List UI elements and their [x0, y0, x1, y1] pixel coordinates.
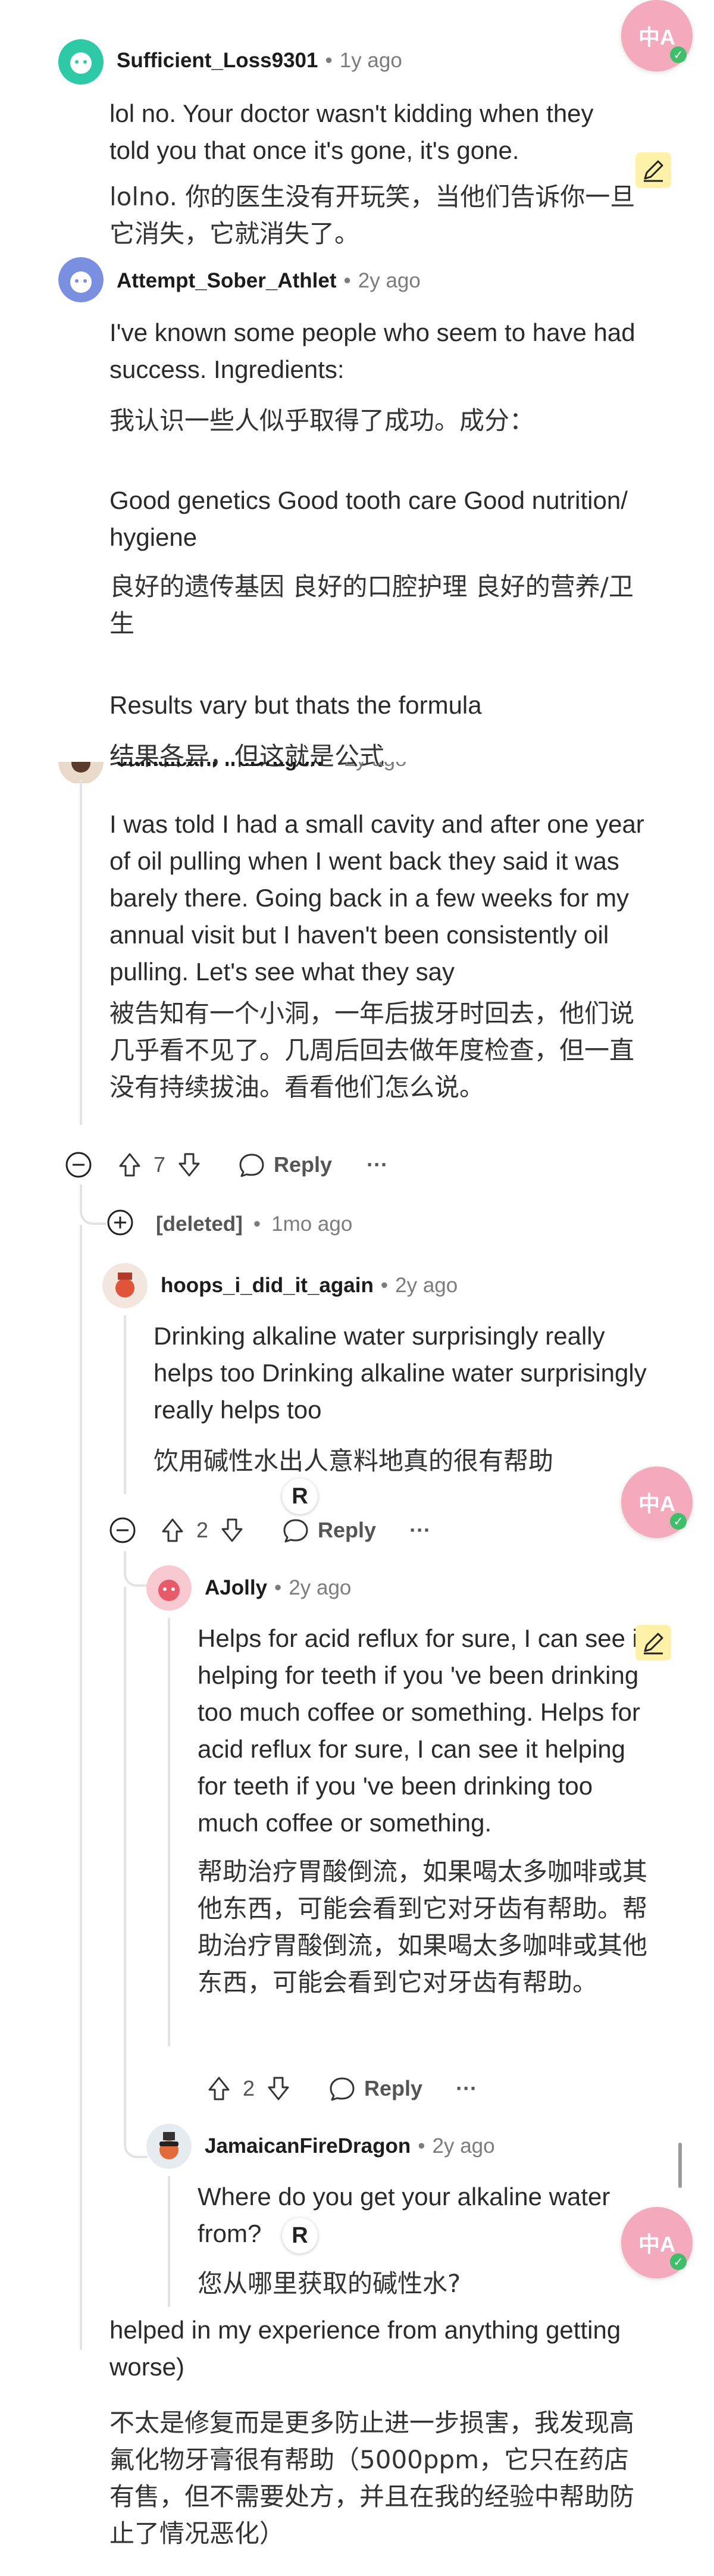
collapse-icon[interactable]	[64, 1149, 95, 1180]
clipped-comment-header: JamaicanFireDragon • 2y ago	[0, 762, 714, 783]
comment-text: I've known some people who seem to have …	[109, 318, 635, 383]
vote-count: 2	[196, 1518, 209, 1542]
translate-fab-button[interactable]: 中A ✓	[621, 0, 693, 71]
comment-translation: 良好的遗传基因 良好的口腔护理 良好的营养/卫生	[109, 572, 634, 638]
translate-fab-button[interactable]: 中A ✓	[621, 2207, 693, 2278]
upvote-icon[interactable]	[205, 2074, 233, 2103]
comment-text: Helps for acid reflux for sure, I can se…	[198, 1624, 645, 1837]
comment-actions: 7 Reply ···	[64, 1144, 388, 1186]
comment-timestamp: 2y ago	[432, 2134, 495, 2158]
reply-button[interactable]: Reply	[327, 2074, 422, 2103]
reply-button[interactable]: Reply	[281, 1515, 376, 1545]
r-badge-button[interactable]: R	[282, 2218, 318, 2253]
expand-icon[interactable]	[106, 1208, 134, 1240]
r-badge-button[interactable]: R	[282, 1478, 318, 1514]
comment-username[interactable]: JamaicanFireDragon	[117, 762, 322, 771]
comment-username[interactable]: AJolly	[205, 1576, 267, 1600]
edit-pencil-icon[interactable]	[635, 1625, 671, 1661]
comment-translation: 我认识一些人似乎取得了成功。成分：	[109, 406, 535, 435]
thread-connector	[80, 1184, 106, 1225]
thread-connector	[124, 1587, 148, 2158]
downvote-icon[interactable]	[264, 2074, 293, 2103]
comment-text: Results vary but thats the formula	[109, 691, 482, 719]
comment-translation: 被告知有一个小洞，一年后拔牙时回去，他们说几乎看不见了。几周后回去做年度检查，但…	[109, 999, 635, 1102]
comment-actions: 2 Reply ···	[205, 2068, 477, 2109]
avatar[interactable]	[102, 1263, 148, 1308]
reply-icon	[330, 2077, 355, 2101]
comment-translation: 帮助治疗胃酸倒流，如果喝太多咖啡或其他东西，可能会看到它对牙齿有帮助。帮助治疗胃…	[198, 1857, 648, 1997]
comment-timestamp: 2y ago	[395, 1274, 458, 1297]
upvote-icon[interactable]	[115, 1151, 144, 1179]
comment-actions: 2 Reply ···	[108, 1509, 431, 1551]
comment-text: Where do you get your alkaline water fro…	[198, 2183, 610, 2247]
comment-timestamp: 2y ago	[345, 762, 407, 771]
downvote-icon[interactable]	[218, 1516, 246, 1545]
reply-button[interactable]: Reply	[237, 1150, 332, 1180]
avatar[interactable]	[146, 1565, 192, 1611]
comment-translation: 您从哪里获取的碱性水?	[198, 2269, 461, 2298]
translate-fab-button[interactable]: 中A ✓	[621, 1467, 693, 1538]
thread-line	[80, 1225, 82, 2350]
comment-username: [deleted]	[156, 1212, 243, 1236]
comment-timestamp: 1y ago	[339, 49, 402, 72]
collapse-icon[interactable]	[108, 1516, 137, 1545]
thread-line	[168, 2176, 170, 2307]
comment-translation: 饮用碱性水出人意料地真的很有帮助	[154, 1446, 554, 1475]
comment-timestamp: 2y ago	[358, 269, 421, 292]
thread-connector	[124, 1551, 148, 1587]
avatar[interactable]	[146, 2124, 192, 2169]
comment-text: helped in my experience from anything ge…	[109, 2316, 621, 2381]
comment-timestamp: 1mo ago	[271, 1212, 353, 1236]
reply-icon	[283, 1519, 308, 1543]
thread-line	[80, 780, 82, 1125]
comment-text: Drinking alkaline water surprisingly rea…	[154, 1322, 647, 1424]
check-icon: ✓	[670, 46, 687, 63]
comment-translation: 不太是修复而是更多防止进一步损害，我发现高氟化物牙膏很有帮助（5000ppm，它…	[109, 2408, 635, 2548]
comment-username[interactable]: JamaicanFireDragon	[205, 2134, 411, 2158]
check-icon: ✓	[670, 1513, 687, 1530]
more-options-button[interactable]: ···	[456, 2076, 477, 2101]
avatar[interactable]	[58, 39, 104, 85]
comment-username[interactable]: hoops_i_did_it_again	[161, 1274, 374, 1298]
reply-icon	[239, 1153, 264, 1177]
comment-username[interactable]: Sufficient_Loss9301	[117, 49, 318, 73]
scrollbar[interactable]	[678, 2143, 682, 2188]
comment-text: lol no. Your doctor wasn't kidding when …	[109, 99, 594, 164]
more-options-button[interactable]: ···	[367, 1152, 388, 1177]
avatar[interactable]	[58, 257, 104, 302]
vote-count: 2	[243, 2076, 255, 2100]
thread-line	[168, 1618, 170, 2046]
comment-username[interactable]: Attempt_Sober_Athlet	[117, 269, 336, 293]
comment-text: I was told I had a small cavity and afte…	[109, 810, 644, 986]
thread-line	[124, 1315, 126, 1494]
more-options-button[interactable]: ···	[409, 1518, 431, 1543]
comment-text: Good genetics Good tooth care Good nutri…	[109, 486, 628, 551]
check-icon: ✓	[670, 2253, 687, 2270]
edit-pencil-icon[interactable]	[635, 152, 671, 188]
downvote-icon[interactable]	[175, 1151, 203, 1179]
comment-timestamp: 2y ago	[289, 1576, 352, 1599]
upvote-icon[interactable]	[158, 1516, 187, 1545]
vote-count: 7	[154, 1152, 166, 1177]
comment-translation: lolno. 你的医生没有开玩笑，当他们告诉你一旦它消失，它就消失了。	[109, 182, 635, 248]
